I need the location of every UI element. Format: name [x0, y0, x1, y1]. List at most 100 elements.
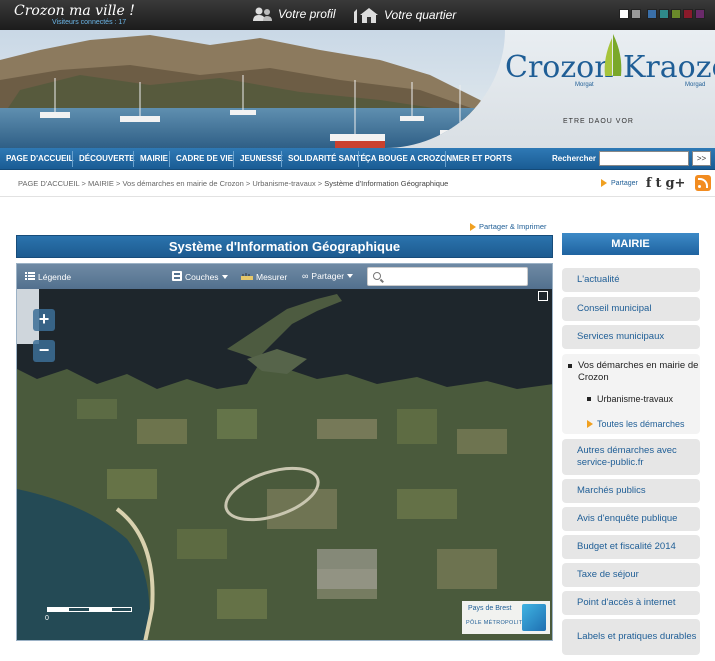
- map-share-label: Partager: [311, 271, 345, 281]
- theme-swatch-grey[interactable]: [631, 9, 641, 19]
- share-print-link[interactable]: Partager & Imprimer: [470, 222, 547, 231]
- search-label: Rechercher :: [552, 154, 601, 163]
- sidebar-subitem-toutes-demarches[interactable]: Toutes les démarches: [587, 419, 697, 429]
- profile-link[interactable]: Votre profil: [252, 6, 336, 22]
- page-title-bar: Système d'Information Géographique: [16, 235, 553, 258]
- sidebar-item-services-municipaux[interactable]: Services municipaux: [562, 325, 700, 349]
- zoom-out-button[interactable]: −: [33, 340, 55, 362]
- measure-button[interactable]: Mesurer: [241, 271, 287, 283]
- chevron-down-icon: [347, 274, 354, 278]
- twitter-icon[interactable]: t: [655, 177, 661, 190]
- house-icon: [352, 6, 380, 24]
- pays-de-brest-logo[interactable]: Pays de Brest PÔLE MÉTROPOLITAIN: [462, 601, 550, 634]
- sidebar-item-conseil-municipal[interactable]: Conseil municipal: [562, 297, 700, 321]
- nav-item-jeunesse[interactable]: JEUNESSE: [240, 154, 283, 163]
- share-label[interactable]: Partager: [611, 180, 638, 187]
- share-print-label: Partager & Imprimer: [479, 222, 547, 231]
- partner-emblem-icon: [522, 604, 546, 631]
- logo-tag-left: Morgat: [575, 82, 594, 88]
- sidebar-item-taxe-sejour[interactable]: Taxe de séjour: [562, 563, 700, 587]
- quartier-label: Votre quartier: [384, 8, 457, 22]
- logo-text-right: Kraozon: [623, 50, 715, 85]
- crozon-logo[interactable]: Crozon Kraozon Morgat Morgad: [505, 30, 715, 100]
- layers-label: Couches: [185, 272, 219, 282]
- quartier-link[interactable]: Votre quartier: [352, 6, 456, 24]
- ruler-icon: [241, 271, 253, 283]
- visitor-count: Visiteurs connectés : 17: [52, 19, 127, 26]
- chevron-down-icon: [221, 275, 228, 279]
- sidebar-item-actualite[interactable]: L'actualité: [562, 268, 700, 292]
- main-nav: PAGE D'ACCUEIL DÉCOUVERTE MAIRIE CADRE D…: [0, 148, 715, 170]
- theme-swatch-teal[interactable]: [659, 9, 669, 19]
- bullet-icon: [568, 364, 572, 368]
- theme-swatch-red[interactable]: [683, 9, 693, 19]
- arrow-icon: [587, 420, 593, 428]
- expand-icon[interactable]: [538, 291, 548, 301]
- sidebar-item-point-acces-internet[interactable]: Point d'accès à internet: [562, 591, 700, 615]
- search-submit-button[interactable]: >>: [692, 151, 711, 166]
- map-search-input[interactable]: [367, 267, 528, 286]
- site-search-input[interactable]: [599, 151, 689, 166]
- measure-label: Mesurer: [256, 272, 288, 282]
- breadcrumb-item-mairie[interactable]: MAIRIE: [88, 179, 114, 188]
- layers-button[interactable]: Couches: [172, 271, 228, 283]
- nav-item-solidarite-sante[interactable]: SOLIDARITÉ SANTÉ: [288, 154, 366, 163]
- legend-button[interactable]: Légende: [25, 271, 71, 283]
- sidebar-subitem-toutes-label: Toutes les démarches: [597, 419, 685, 429]
- theme-swatch-green[interactable]: [671, 9, 681, 19]
- sail-icon: [601, 34, 625, 83]
- logo-subtitle: ETRE DAOU VOR: [563, 118, 634, 125]
- nav-item-ca-bouge[interactable]: ÇA BOUGE A CROZON: [365, 154, 452, 163]
- sidebar-item-marches-publics[interactable]: Marchés publics: [562, 479, 700, 503]
- partner-name: Pays de Brest: [468, 605, 512, 612]
- breadcrumb-item-demarches[interactable]: Vos démarches en mairie de Crozon: [122, 179, 243, 188]
- link-icon: ∞: [302, 271, 309, 281]
- nav-item-mer-et-ports[interactable]: MER ET PORTS: [452, 154, 512, 163]
- page-title: Système d'Information Géographique: [168, 239, 401, 254]
- arrow-icon: [470, 222, 476, 231]
- map-toolbar: Légende Couches Mesurer ∞ Partager: [17, 264, 552, 289]
- logo-tag-right: Morgad: [685, 82, 706, 88]
- satellite-imagery: [17, 289, 552, 640]
- breadcrumb-current: Système d'Information Géographique: [324, 179, 449, 188]
- theme-swatch-white[interactable]: [619, 9, 629, 19]
- top-bar: Crozon ma ville ! Visiteurs connectés : …: [0, 0, 715, 30]
- theme-swatch-blue[interactable]: [647, 9, 657, 19]
- breadcrumb: PAGE D'ACCUEIL > MAIRIE > Vos démarches …: [18, 179, 449, 188]
- arrow-icon: [601, 179, 607, 187]
- scale-zero-label: 0: [45, 615, 49, 622]
- nav-item-accueil[interactable]: PAGE D'ACCUEIL: [6, 154, 74, 163]
- scale-bar: [47, 607, 132, 612]
- gis-map[interactable]: Légende Couches Mesurer ∞ Partager + − 0…: [16, 263, 553, 641]
- google-plus-icon[interactable]: g+: [665, 177, 685, 190]
- sidebar-item-service-public[interactable]: Autres démarches avec service-public.fr: [562, 439, 700, 475]
- share-bar: Partager f t g+: [601, 175, 712, 191]
- profile-label: Votre profil: [278, 7, 336, 21]
- sidebar-subitem-urbanisme[interactable]: Urbanisme-travaux: [587, 394, 697, 404]
- map-share-button[interactable]: ∞ Partager: [302, 271, 354, 281]
- sidebar-subitem-urbanisme-label: Urbanisme-travaux: [597, 394, 674, 404]
- list-icon: [25, 271, 35, 283]
- sidebar-header: MAIRIE: [562, 233, 699, 255]
- bullet-icon: [587, 397, 591, 401]
- nav-item-mairie[interactable]: MAIRIE: [140, 154, 168, 163]
- harbour-photo: [0, 30, 505, 148]
- theme-swatch-purple[interactable]: [695, 9, 705, 19]
- zoom-in-button[interactable]: +: [33, 309, 55, 331]
- users-icon: [252, 6, 274, 22]
- sidebar-item-demarches-label[interactable]: Vos démarches en mairie de Crozon: [578, 360, 700, 384]
- logo-text-left: Crozon: [505, 50, 614, 85]
- layers-icon: [172, 271, 182, 283]
- breadcrumb-item-accueil[interactable]: PAGE D'ACCUEIL: [18, 179, 79, 188]
- sidebar-item-labels-durables[interactable]: Labels et pratiques durables: [562, 619, 700, 655]
- search-icon: [373, 272, 381, 280]
- site-title[interactable]: Crozon ma ville !: [14, 3, 135, 19]
- breadcrumb-item-urbanisme[interactable]: Urbanisme-travaux: [252, 179, 315, 188]
- sidebar-item-budget[interactable]: Budget et fiscalité 2014: [562, 535, 700, 559]
- facebook-icon[interactable]: f: [646, 177, 652, 190]
- theme-swatches: [619, 9, 705, 19]
- nav-item-decouverte[interactable]: DÉCOUVERTE: [79, 154, 135, 163]
- sidebar-item-enquete-publique[interactable]: Avis d'enquête publique: [562, 507, 700, 531]
- nav-item-cadre-de-vie[interactable]: CADRE DE VIE: [176, 154, 233, 163]
- rss-icon[interactable]: [695, 175, 712, 191]
